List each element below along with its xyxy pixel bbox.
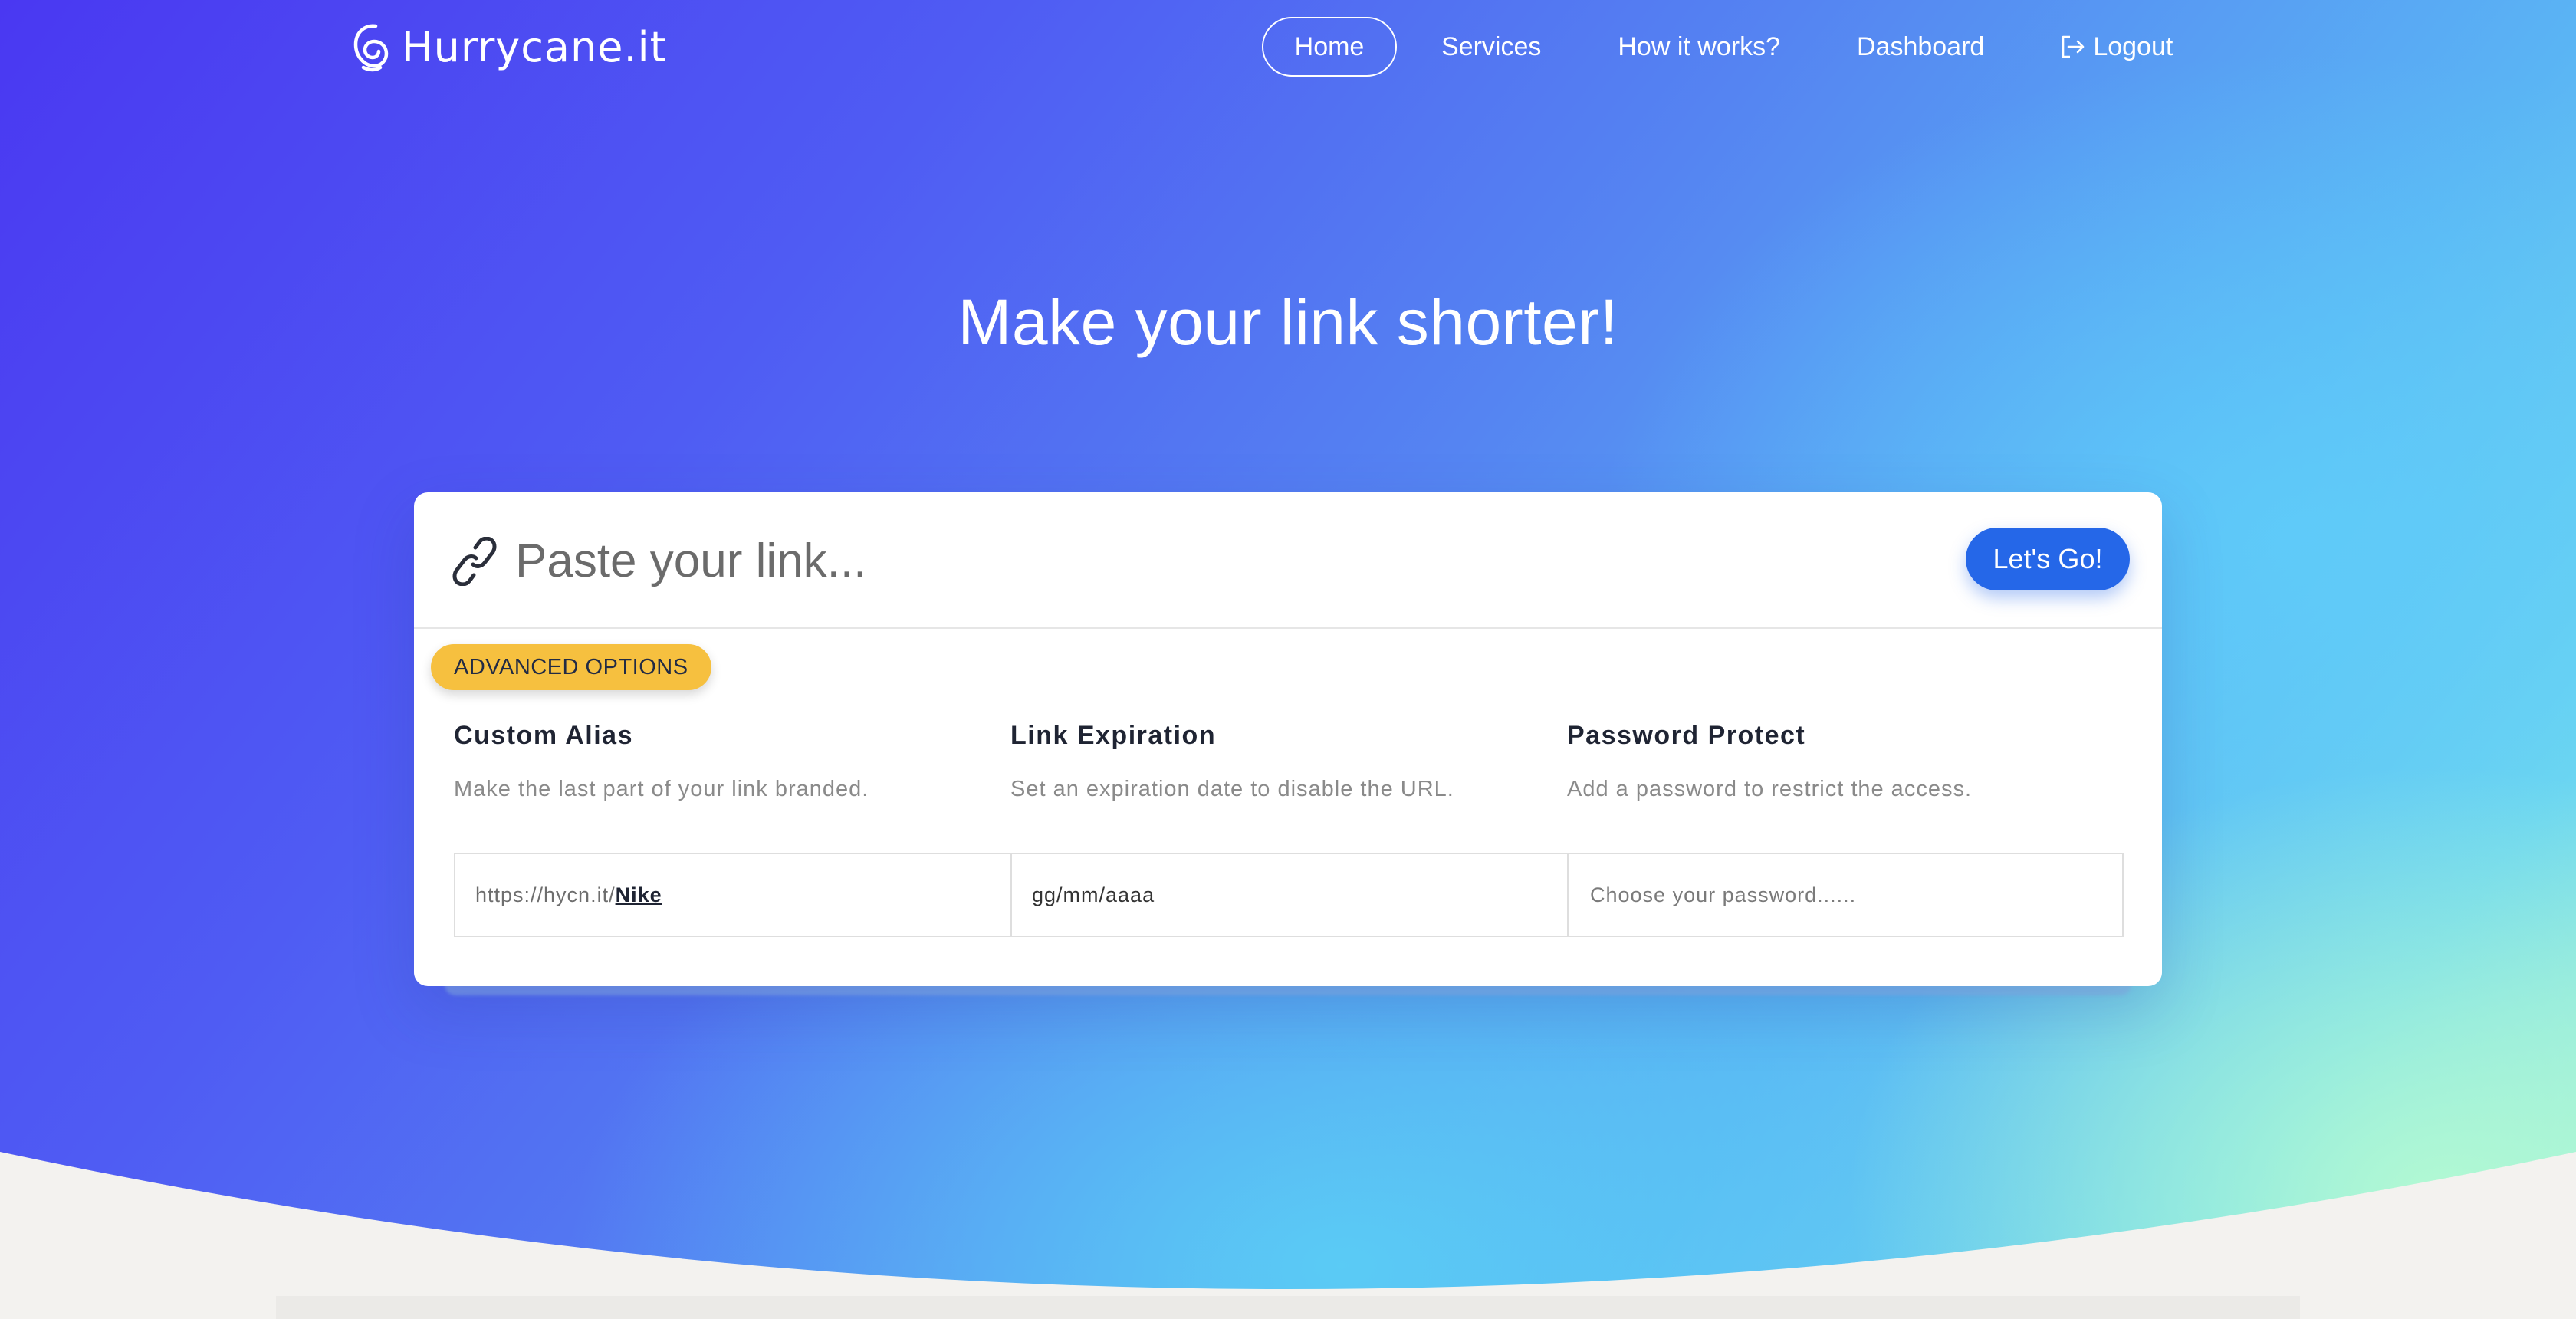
- nav-home[interactable]: Home: [1262, 17, 1397, 77]
- password-protect-description: Add a password to restrict the access.: [1567, 777, 1972, 801]
- logout-icon: [2062, 35, 2085, 58]
- nav-services[interactable]: Services: [1412, 17, 1570, 77]
- link-input[interactable]: [514, 523, 1973, 598]
- nav-links: Home Services How it works? Dashboard Lo…: [1262, 17, 2173, 77]
- page-floor-curve: [0, 1104, 2576, 1319]
- advanced-options-toggle[interactable]: ADVANCED OPTIONS: [431, 644, 711, 690]
- lets-go-button[interactable]: Let's Go!: [1966, 528, 2130, 590]
- password-protect-title: Password Protect: [1567, 721, 1806, 750]
- custom-alias-option: Custom Alias Make the last part of your …: [454, 721, 1009, 802]
- link-expiration-option: Link Expiration Set an expiration date t…: [1010, 721, 1566, 802]
- link-expiration-description: Set an expiration date to disable the UR…: [1010, 777, 1454, 801]
- custom-alias-description: Make the last part of your link branded.: [454, 777, 869, 801]
- expiration-date-value: gg/mm/aaaa: [1032, 883, 1155, 906]
- custom-alias-field[interactable]: https://hycn.it/Nike: [454, 853, 1012, 937]
- nav-dashboard[interactable]: Dashboard: [1809, 17, 2015, 77]
- shortener-card: Let's Go! ADVANCED OPTIONS Custom Alias …: [414, 492, 2162, 986]
- nav-logout-label: Logout: [2093, 32, 2174, 61]
- password-protect-option: Password Protect Add a password to restr…: [1567, 721, 2122, 802]
- expiration-date-field[interactable]: gg/mm/aaaa: [1010, 853, 1569, 937]
- alias-prefix: https://hycn.it/: [475, 883, 616, 906]
- password-input[interactable]: [1589, 882, 2122, 908]
- link-expiration-title: Link Expiration: [1010, 721, 1217, 750]
- nav-how-it-works[interactable]: How it works?: [1570, 17, 1809, 77]
- brand-name: Hurrycane.it: [402, 22, 667, 71]
- password-field[interactable]: [1567, 853, 2124, 937]
- hero-headline: Make your link shorter!: [958, 286, 1618, 358]
- link-input-row: Let's Go!: [414, 492, 2162, 629]
- custom-alias-title: Custom Alias: [454, 721, 634, 750]
- top-navigation: Hurrycane.it Home Services How it works?…: [0, 0, 2576, 92]
- link-icon: [452, 537, 497, 586]
- spiral-icon: [353, 24, 389, 72]
- nav-logout[interactable]: Logout: [2015, 17, 2173, 77]
- brand-logo[interactable]: Hurrycane.it: [350, 21, 667, 72]
- alias-value: Nike: [615, 883, 662, 906]
